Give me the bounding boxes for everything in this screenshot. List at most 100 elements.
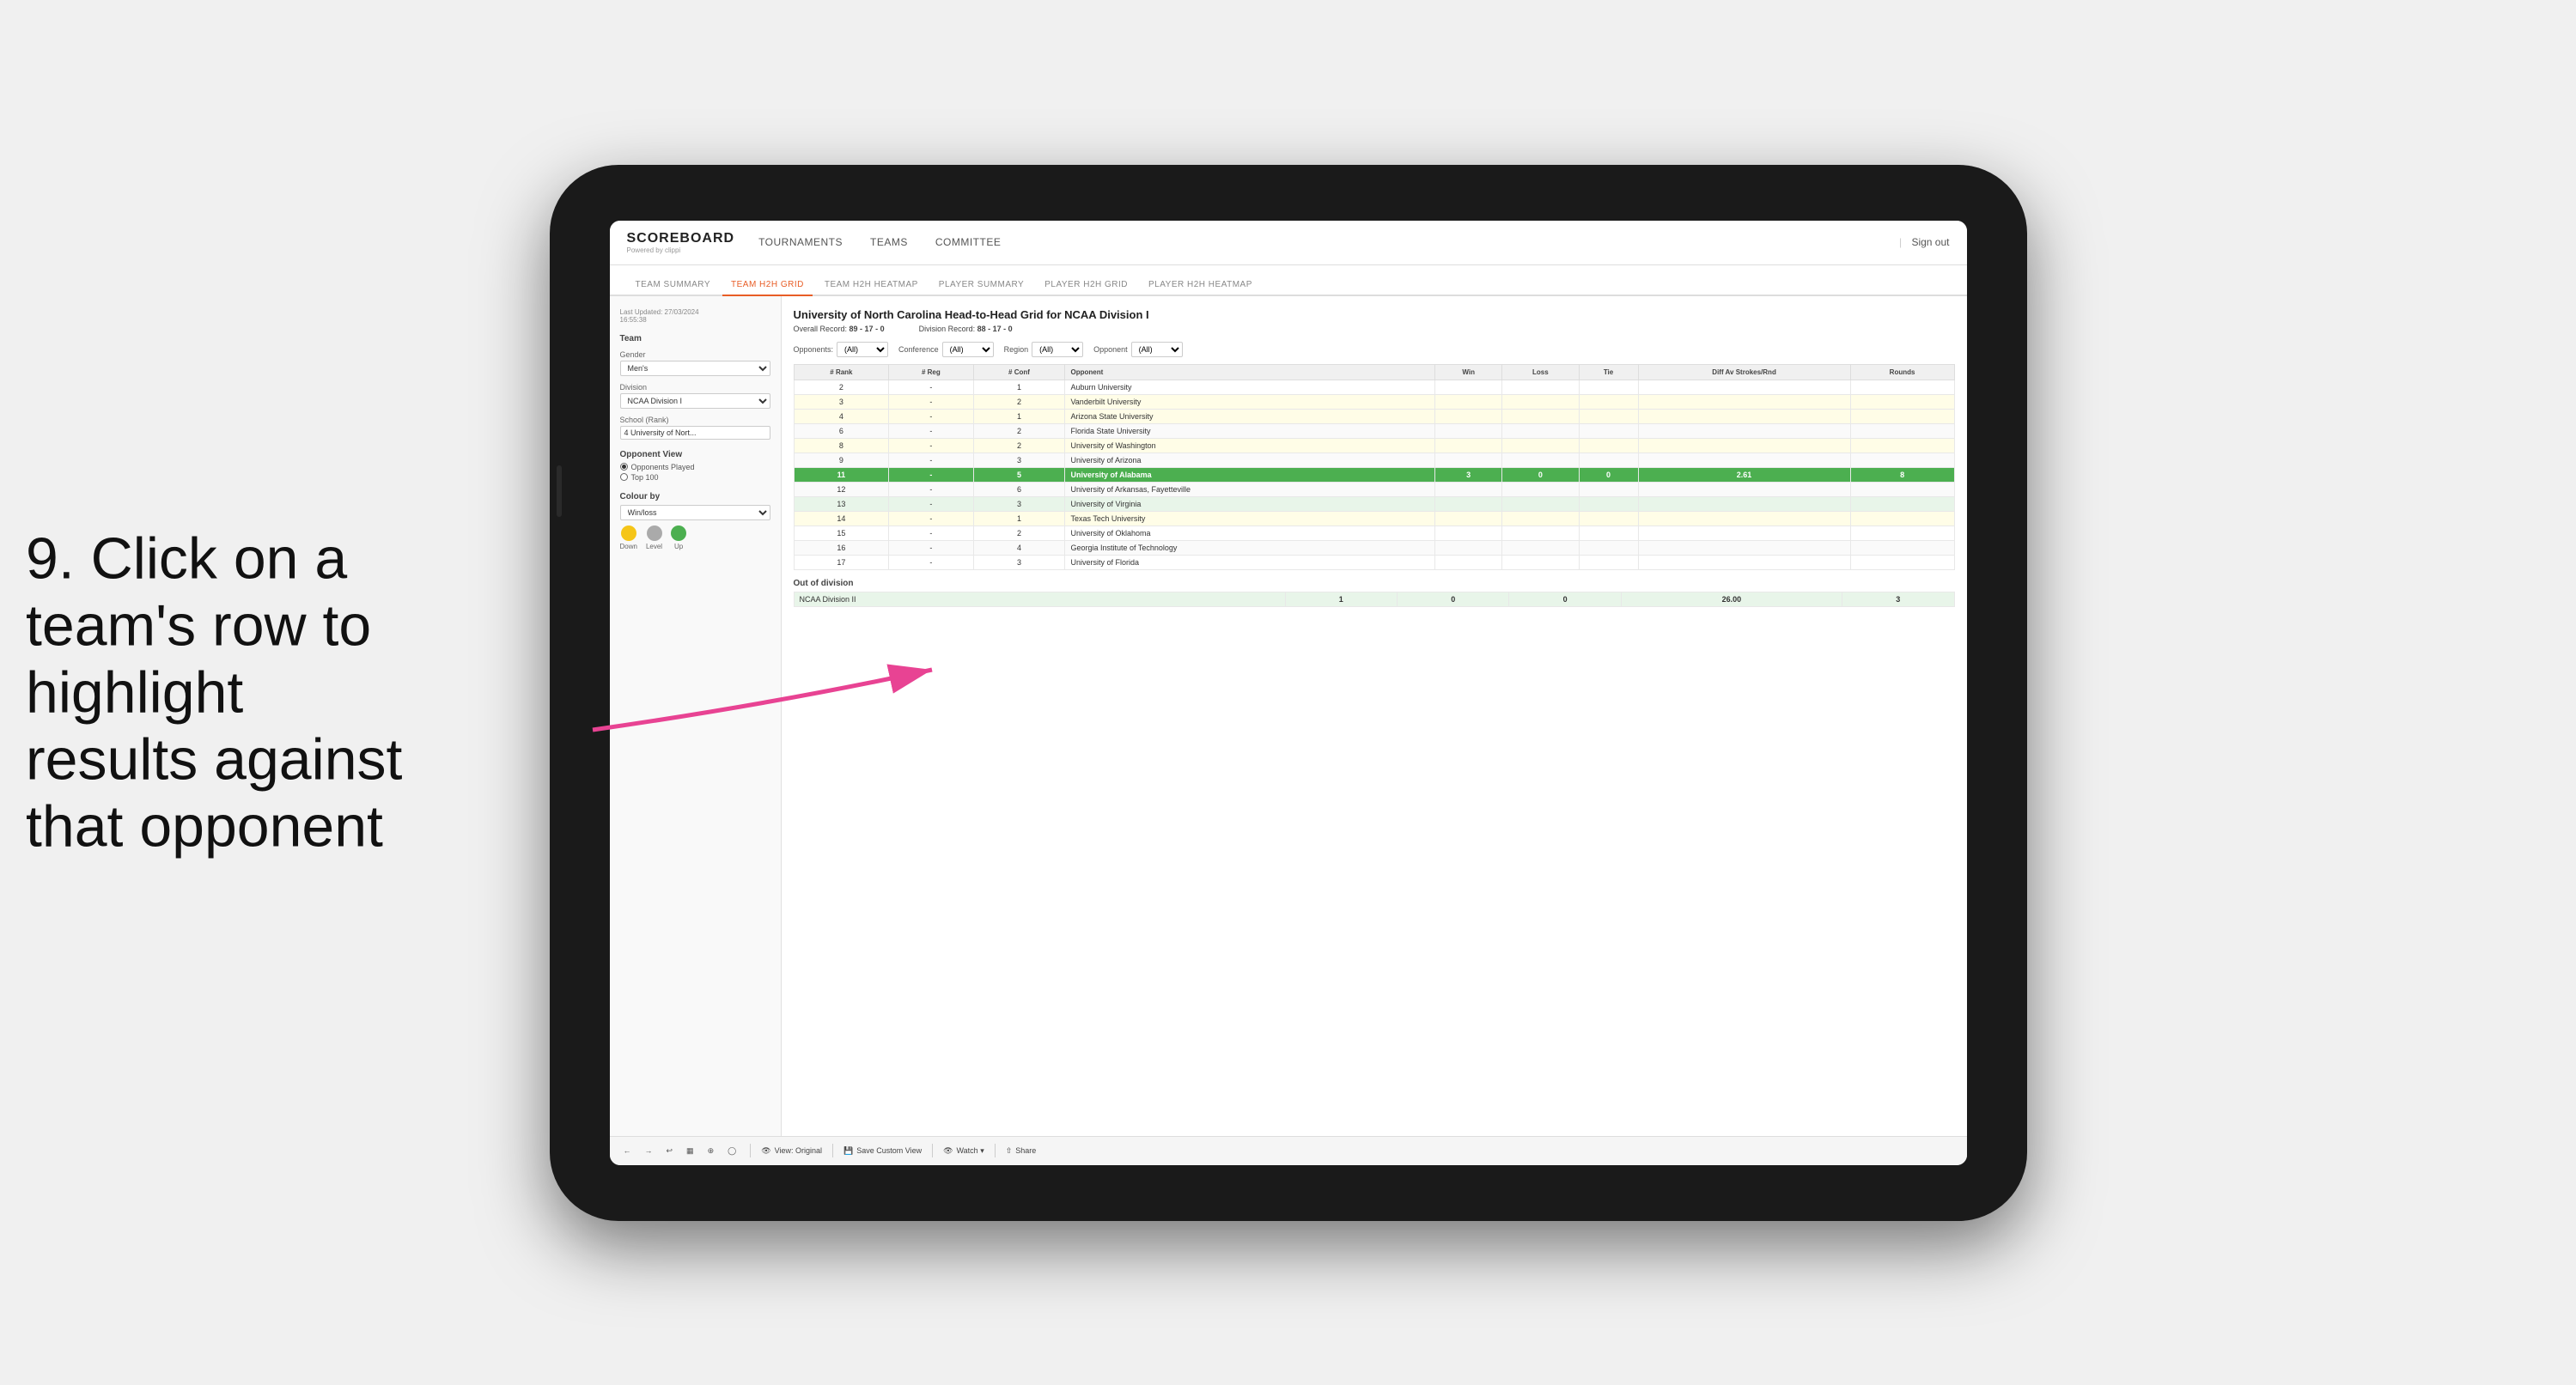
record-row: Overall Record: 89 - 17 - 0 Division Rec… — [794, 325, 1955, 333]
nav-link-teams[interactable]: TEAMS — [867, 236, 911, 248]
col-reg: # Reg — [889, 364, 973, 380]
table-row[interactable]: 14 - 1 Texas Tech University — [794, 511, 1954, 525]
cell-diff — [1638, 525, 1850, 540]
cell-loss — [1502, 511, 1579, 525]
col-tie: Tie — [1579, 364, 1638, 380]
col-rounds: Rounds — [1850, 364, 1954, 380]
cell-rounds — [1850, 394, 1954, 409]
colour-by-select[interactable]: Win/loss — [620, 505, 770, 520]
cell-tie — [1579, 555, 1638, 569]
nav-link-tournaments[interactable]: TOURNAMENTS — [755, 236, 846, 248]
opponent-select[interactable]: (All) — [1131, 342, 1183, 357]
col-rank: # Rank — [794, 364, 889, 380]
table-row[interactable]: 17 - 3 University of Florida — [794, 555, 1954, 569]
table-row[interactable]: 4 - 1 Arizona State University — [794, 409, 1954, 423]
table-row[interactable]: 9 - 3 University of Arizona — [794, 453, 1954, 467]
cell-rank: 12 — [794, 482, 889, 496]
table-row[interactable]: 12 - 6 University of Arkansas, Fayettevi… — [794, 482, 1954, 496]
opponents-select[interactable]: (All) — [837, 342, 888, 357]
plus-btn[interactable]: ⊕ — [704, 1145, 718, 1157]
conference-select[interactable]: (All) — [942, 342, 994, 357]
tablet-screen: SCOREBOARD Powered by clippi TOURNAMENTS… — [610, 221, 1967, 1165]
radio-top100[interactable]: Top 100 — [620, 473, 770, 482]
cell-opponent: University of Arizona — [1065, 453, 1435, 467]
table-row[interactable]: 8 - 2 University of Washington — [794, 438, 1954, 453]
cell-diff — [1638, 409, 1850, 423]
cell-win: 1 — [1285, 592, 1397, 606]
out-of-division-header: Out of division — [794, 579, 1955, 588]
nav-right: | Sign out — [1899, 236, 1950, 248]
watch-btn[interactable]: 👁 Watch ▾ — [943, 1146, 984, 1156]
table-row[interactable]: 6 - 2 Florida State University — [794, 423, 1954, 438]
share-label: Share — [1015, 1146, 1036, 1155]
table-row[interactable]: 11 - 5 University of Alabama 3 0 0 2.61 … — [794, 467, 1954, 482]
cell-rounds — [1850, 438, 1954, 453]
share-btn[interactable]: ⇧ Share — [1006, 1146, 1037, 1156]
logo-sub: Powered by clippi — [627, 246, 735, 254]
legend-text-down: Down — [620, 543, 637, 550]
radio-opponents-played[interactable]: Opponents Played — [620, 463, 770, 471]
radio-dot-opponents — [620, 463, 628, 471]
cell-win: 3 — [1435, 467, 1502, 482]
cell-conf: 2 — [973, 423, 1065, 438]
out-div-row[interactable]: NCAA Division II 1 0 0 26.00 3 — [794, 592, 1954, 606]
cell-opponent: Arizona State University — [1065, 409, 1435, 423]
tab-team-h2h-grid[interactable]: TEAM H2H GRID — [722, 275, 813, 296]
cell-conf: 2 — [973, 438, 1065, 453]
toolbar-sep-4 — [995, 1144, 996, 1157]
grid-btn[interactable]: ▦ — [683, 1145, 697, 1157]
nav-link-committee[interactable]: COMMITTEE — [932, 236, 1005, 248]
save-label: Save Custom View — [856, 1146, 922, 1155]
table-row[interactable]: 15 - 2 University of Oklahoma — [794, 525, 1954, 540]
sign-out-link[interactable]: Sign out — [1911, 236, 1949, 248]
opponent-view-label: Opponent View — [620, 450, 770, 459]
sidebar: Last Updated: 27/03/2024 16:55:38 Team G… — [610, 296, 782, 1136]
legend-dot-down — [621, 525, 636, 541]
tab-player-h2h-heatmap[interactable]: PLAYER H2H HEATMAP — [1140, 275, 1261, 296]
region-select[interactable]: (All) — [1032, 342, 1083, 357]
reset-btn[interactable]: ↩ — [663, 1145, 677, 1157]
cell-win — [1435, 380, 1502, 394]
save-custom-view-btn[interactable]: 💾 Save Custom View — [843, 1146, 922, 1156]
legend-text-up: Up — [674, 543, 683, 550]
cell-conf: 1 — [973, 380, 1065, 394]
filters-row: Opponents: (All) Conference (All) Region — [794, 342, 1955, 357]
gender-select[interactable]: Men's — [620, 361, 770, 376]
division-select[interactable]: NCAA Division I — [620, 393, 770, 409]
tab-team-h2h-heatmap[interactable]: TEAM H2H HEATMAP — [816, 275, 927, 296]
content-area: University of North Carolina Head-to-Hea… — [782, 296, 1967, 1136]
logo-area: SCOREBOARD Powered by clippi — [627, 231, 735, 254]
cell-rounds — [1850, 453, 1954, 467]
tab-player-summary[interactable]: PLAYER SUMMARY — [930, 275, 1032, 296]
cell-win — [1435, 409, 1502, 423]
school-value: 4 University of Nort... — [620, 426, 770, 440]
circle-btn[interactable]: ◯ — [724, 1145, 740, 1157]
cell-conf: 2 — [973, 525, 1065, 540]
cell-tie — [1579, 409, 1638, 423]
cell-rounds — [1850, 540, 1954, 555]
table-row[interactable]: 13 - 3 University of Virginia — [794, 496, 1954, 511]
tab-player-h2h-grid[interactable]: PLAYER H2H GRID — [1036, 275, 1136, 296]
table-row[interactable]: 16 - 4 Georgia Institute of Technology — [794, 540, 1954, 555]
cell-loss — [1502, 540, 1579, 555]
bottom-toolbar: ← → ↩ ▦ ⊕ ◯ 👁 View: Original 💾 Save Cust… — [610, 1136, 1967, 1165]
cell-rank: 9 — [794, 453, 889, 467]
main-content: Last Updated: 27/03/2024 16:55:38 Team G… — [610, 296, 1967, 1136]
table-row[interactable]: 2 - 1 Auburn University — [794, 380, 1954, 394]
radio-label-opponents: Opponents Played — [631, 463, 695, 471]
cell-reg: - — [889, 438, 973, 453]
sidebar-school-label: School (Rank) — [620, 416, 770, 424]
legend-dot-level — [647, 525, 662, 541]
grid-title: University of North Carolina Head-to-Hea… — [794, 308, 1955, 321]
view-original-btn[interactable]: 👁 View: Original — [761, 1146, 822, 1156]
redo-btn[interactable]: → — [642, 1145, 656, 1157]
col-win: Win — [1435, 364, 1502, 380]
cell-tie — [1579, 525, 1638, 540]
undo-btn[interactable]: ← — [620, 1145, 635, 1157]
cell-rank: 2 — [794, 380, 889, 394]
cell-loss — [1502, 453, 1579, 467]
table-row[interactable]: 3 - 2 Vanderbilt University — [794, 394, 1954, 409]
cell-rounds — [1850, 496, 1954, 511]
col-diff: Diff Av Strokes/Rnd — [1638, 364, 1850, 380]
tab-team-summary[interactable]: TEAM SUMMARY — [627, 275, 720, 296]
